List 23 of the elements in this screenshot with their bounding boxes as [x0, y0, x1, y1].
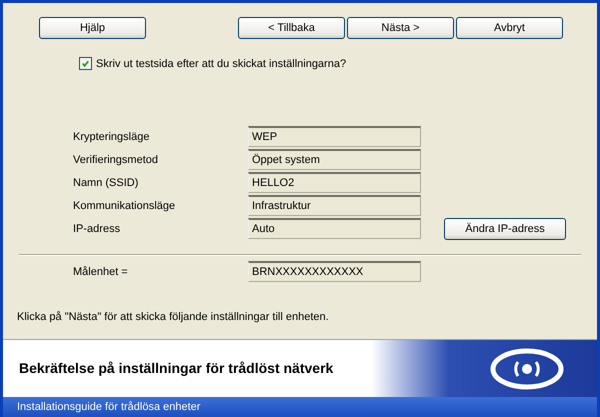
value-field: Infrastruktur	[248, 195, 421, 216]
field-label: Målenhet =	[72, 266, 129, 278]
field-label: Krypteringsläge	[72, 130, 150, 142]
change-ip-button[interactable]: Ändra IP-adress	[444, 218, 566, 240]
value-field: Auto	[248, 218, 421, 239]
help-button[interactable]: Hjälp	[39, 17, 146, 39]
field-label: Kommunikationsläge	[72, 200, 176, 212]
window-title: Installationsguide för trådlösa enheter	[3, 397, 597, 417]
back-button[interactable]: < Tillbaka	[238, 17, 345, 39]
checkbox[interactable]	[79, 57, 92, 70]
value-field: WEP	[248, 126, 421, 147]
checkbox-label: Skriv ut testsida efter att du skickat inställningarna?	[96, 58, 346, 70]
field-label: Verifieringsmetod	[72, 154, 159, 166]
field-label: IP-adress	[72, 222, 122, 234]
value-field: BRNXXXXXXXXXXXX	[248, 261, 421, 282]
page-heading: Bekräftelse på inställningar för trådlöst nätverk	[18, 360, 334, 377]
field-label: Namn (SSID)	[72, 176, 140, 188]
value-field: Öppet system	[248, 149, 421, 170]
next-button[interactable]: Nästa >	[347, 17, 454, 39]
value-field: HELLO2	[248, 172, 421, 193]
instruction-text: Klicka på "Nästa" för att skicka följande inställningar till enheten.	[17, 311, 330, 325]
checkmark-icon	[81, 59, 90, 68]
cancel-button[interactable]: Avbryt	[456, 17, 563, 39]
